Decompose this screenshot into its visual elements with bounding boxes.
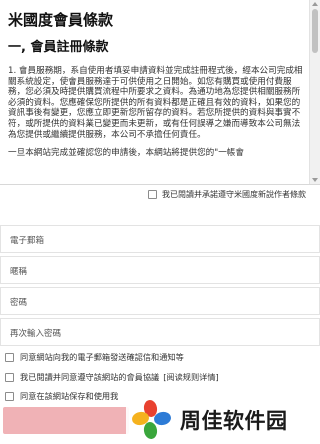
email-placeholder: 電子郵箱 [10, 236, 45, 246]
submit-button[interactable] [3, 407, 129, 434]
scroll-up-arrow-icon[interactable] [312, 2, 318, 6]
terms-paragraph: 1. 會員服務期，系自使用者填妥申請資料並完成註冊程式後，經本公司完成相關系統設… [8, 66, 303, 140]
watermark-text: 周佳软件园 [180, 408, 288, 433]
email-field[interactable]: 電子郵箱 [0, 225, 320, 253]
terms-title: 米國度會員條款 [8, 11, 114, 29]
nickname-field[interactable]: 暱稱 [0, 256, 320, 284]
agree-terms-checkbox[interactable] [148, 189, 157, 199]
save-use-label: 同意在該網站保存和使用我 [20, 391, 119, 401]
agree-terms-label: 我已閱讀并承諾遵守米國度新說作者條款 [162, 189, 306, 199]
password-confirm-field[interactable]: 再次輸入密碼 [0, 318, 320, 346]
password-field[interactable]: 密碼 [0, 287, 320, 315]
save-use-checkbox[interactable] [5, 391, 14, 401]
terms-scroll-box[interactable]: 米國度會員條款 一, 會員註冊條款 1. 會員服務期，系自使用者填妥申請資料並完… [0, 0, 320, 185]
site-agreement-label: 我已閱讀并同意遵守該網站的會員協議 [20, 372, 160, 382]
terms-content: 米國度會員條款 一, 會員註冊條款 1. 會員服務期，系自使用者填妥申請資料並完… [8, 10, 308, 159]
site-agreement-checkbox[interactable] [5, 372, 14, 382]
nickname-placeholder: 暱稱 [10, 267, 28, 277]
agree-terms-option[interactable]: 我已閱讀并承諾遵守米國度新說作者條款 [148, 187, 306, 201]
scroll-down-arrow-icon[interactable] [312, 178, 318, 182]
scroll-thumb[interactable] [312, 9, 318, 53]
pinwheel-logo-icon [130, 398, 174, 442]
terms-paragraph-partial: 一旦本網站完成並確認您的申請後，本網站將提供您的"一帳會 [8, 148, 244, 159]
email-notify-checkbox[interactable] [5, 352, 14, 362]
password-confirm-placeholder: 再次輸入密碼 [10, 329, 62, 339]
save-use-option[interactable]: 同意在該網站保存和使用我 [5, 389, 118, 403]
email-notify-label: 同意網站向我的電子郵箱發送確認信和通知等 [20, 352, 184, 362]
read-rules-link[interactable]: [阅读规则详情] [163, 371, 219, 383]
email-notify-option[interactable]: 同意網站向我的電子郵箱發送確認信和通知等 [5, 350, 184, 364]
site-agreement-option[interactable]: 我已閱讀并同意遵守該網站的會員協議 [阅读规则详情] [5, 370, 219, 384]
password-placeholder: 密碼 [10, 298, 28, 308]
watermark: 周佳软件园 [126, 395, 320, 444]
terms-section-heading: 一, 會員註冊條款 [8, 40, 109, 55]
terms-scrollbar[interactable] [309, 0, 320, 184]
